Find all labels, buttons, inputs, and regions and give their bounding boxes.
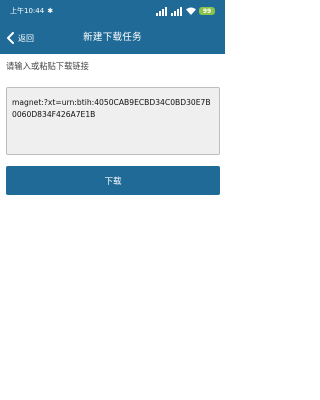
- download-button[interactable]: 下载: [6, 166, 220, 195]
- nav-bar: 返回 新建下载任务: [0, 22, 225, 54]
- chevron-left-icon: [7, 32, 14, 44]
- status-left: 上午10:44 ✱: [10, 6, 53, 16]
- link-input[interactable]: magnet:?xt=urn:btih:4050CAB9ECBD34C0BD30…: [6, 87, 220, 155]
- wifi-icon: [186, 7, 196, 15]
- signal-icon-2: [171, 6, 182, 16]
- battery-icon: 99: [199, 7, 215, 15]
- status-right: 99: [156, 6, 215, 16]
- back-label: 返回: [18, 33, 34, 43]
- input-prompt: 请输入或粘贴下载链接: [6, 61, 89, 71]
- signal-icon: [156, 6, 167, 16]
- bluetooth-icon: ✱: [47, 7, 54, 15]
- status-time: 上午10:44: [10, 7, 45, 15]
- status-bar: 上午10:44 ✱ 99: [0, 0, 225, 22]
- back-button[interactable]: 返回: [6, 30, 34, 46]
